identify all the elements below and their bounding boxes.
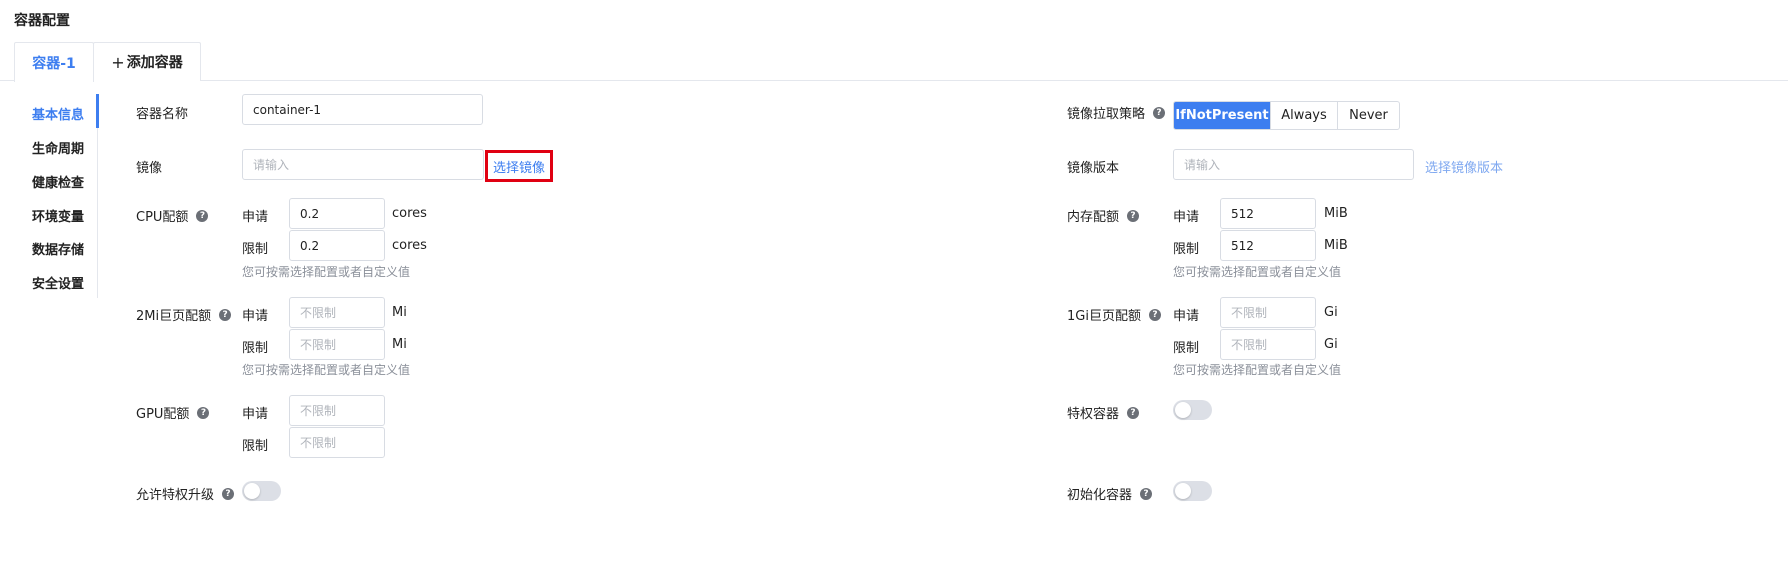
select-image-button[interactable]: 选择镜像: [485, 150, 553, 182]
allow-privilege-escalation-toggle[interactable]: [242, 481, 281, 501]
toggle-knob: [1175, 402, 1191, 418]
cpu-hint: 您可按需选择配置或者自定义值: [242, 265, 411, 279]
hugepage-2mi-request-label: 申请: [242, 309, 269, 324]
hugepage-1gi-hint: 您可按需选择配置或者自定义值: [1173, 363, 1342, 377]
help-icon[interactable]: ?: [197, 406, 210, 419]
hugepage-2mi-limit-unit: Mi: [392, 337, 407, 352]
gpu-limit-label: 限制: [242, 439, 269, 454]
help-icon[interactable]: ?: [222, 487, 235, 500]
cpu-request-input[interactable]: 0.2: [289, 198, 385, 229]
help-icon[interactable]: ?: [1140, 487, 1153, 500]
hugepage-2mi-label: 2Mi巨页配额?: [136, 305, 232, 324]
pull-policy-selector: IfNotPresent Always Never: [1173, 101, 1400, 130]
help-icon[interactable]: ?: [219, 308, 232, 321]
plus-icon: +: [111, 52, 125, 72]
gpu-request-label: 申请: [242, 407, 269, 422]
gpu-request-input[interactable]: 不限制: [289, 395, 385, 426]
hugepage-1gi-request-unit: Gi: [1324, 305, 1338, 320]
hugepage-1gi-request-input[interactable]: 不限制: [1220, 297, 1316, 328]
side-nav: 基本信息 生命周期 健康检查 环境变量 数据存储 安全设置: [18, 94, 99, 298]
hugepage-2mi-limit-label: 限制: [242, 341, 269, 356]
add-container-tab[interactable]: + 添加容器: [93, 42, 201, 81]
image-label: 镜像: [136, 161, 163, 176]
hugepage-1gi-request-label: 申请: [1173, 309, 1200, 324]
hugepage-1gi-limit-input[interactable]: 不限制: [1220, 329, 1316, 360]
allow-privilege-escalation-label: 允许特权升级?: [136, 484, 235, 503]
pull-policy-ifnotpresent[interactable]: IfNotPresent: [1174, 102, 1270, 129]
image-input[interactable]: 请输入: [242, 149, 484, 180]
container-name-input[interactable]: container-1: [242, 94, 483, 125]
active-nav-indicator: [96, 94, 99, 128]
memory-request-label: 申请: [1173, 210, 1200, 225]
pull-policy-always[interactable]: Always: [1270, 102, 1337, 129]
tab-container-1[interactable]: 容器-1: [14, 42, 94, 82]
hugepage-1gi-limit-label: 限制: [1173, 341, 1200, 356]
help-icon[interactable]: ?: [196, 209, 209, 222]
hugepage-1gi-label: 1Gi巨页配额?: [1067, 305, 1161, 324]
memory-limit-label: 限制: [1173, 242, 1200, 257]
gpu-limit-input[interactable]: 不限制: [289, 427, 385, 458]
privileged-container-label: 特权容器?: [1067, 403, 1140, 422]
page-title: 容器配置: [14, 13, 70, 29]
tab-bar-divider: [0, 80, 1788, 81]
memory-limit-unit: MiB: [1324, 238, 1348, 253]
sidenav-item-security[interactable]: 安全设置: [32, 273, 84, 292]
memory-hint: 您可按需选择配置或者自定义值: [1173, 265, 1342, 279]
sidenav-item-storage[interactable]: 数据存储: [32, 239, 84, 258]
hugepage-2mi-limit-input[interactable]: 不限制: [289, 329, 385, 360]
hugepage-2mi-request-unit: Mi: [392, 305, 407, 320]
gpu-quota-label: GPU配额?: [136, 403, 210, 422]
select-image-version-link[interactable]: 选择镜像版本: [1425, 157, 1503, 176]
memory-quota-label: 内存配额?: [1067, 206, 1140, 225]
pull-policy-label: 镜像拉取策略?: [1067, 103, 1166, 122]
image-version-label: 镜像版本: [1067, 161, 1120, 176]
cpu-request-unit: cores: [392, 206, 427, 221]
cpu-request-label: 申请: [242, 210, 269, 225]
memory-request-input[interactable]: 512: [1220, 198, 1316, 229]
sidenav-item-health-check[interactable]: 健康检查: [32, 172, 84, 191]
cpu-limit-input[interactable]: 0.2: [289, 230, 385, 261]
select-image-label: 选择镜像: [492, 160, 545, 176]
hugepage-1gi-limit-unit: Gi: [1324, 337, 1338, 352]
help-icon[interactable]: ?: [1127, 406, 1140, 419]
init-container-toggle[interactable]: [1173, 481, 1212, 501]
help-icon[interactable]: ?: [1127, 209, 1140, 222]
memory-request-unit: MiB: [1324, 206, 1348, 221]
tab-label: 容器-1: [32, 55, 76, 72]
hugepage-2mi-request-input[interactable]: 不限制: [289, 297, 385, 328]
image-version-input[interactable]: 请输入: [1173, 149, 1414, 180]
tab-label: 添加容器: [126, 55, 183, 71]
cpu-limit-unit: cores: [392, 238, 427, 253]
cpu-limit-label: 限制: [242, 242, 269, 257]
hugepage-2mi-hint: 您可按需选择配置或者自定义值: [242, 363, 411, 377]
sidenav-item-basic-info[interactable]: 基本信息: [32, 104, 84, 123]
container-name-label: 容器名称: [136, 107, 189, 122]
sidenav-item-lifecycle[interactable]: 生命周期: [32, 138, 84, 157]
help-icon[interactable]: ?: [1153, 106, 1166, 119]
help-icon[interactable]: ?: [1148, 308, 1161, 321]
memory-limit-input[interactable]: 512: [1220, 230, 1316, 261]
init-container-label: 初始化容器?: [1067, 484, 1153, 503]
pull-policy-never[interactable]: Never: [1337, 102, 1399, 129]
cpu-quota-label: CPU配额?: [136, 206, 209, 225]
privileged-container-toggle[interactable]: [1173, 400, 1212, 420]
toggle-knob: [1175, 483, 1191, 499]
toggle-knob: [244, 483, 260, 499]
sidenav-item-env-vars[interactable]: 环境变量: [32, 206, 84, 225]
